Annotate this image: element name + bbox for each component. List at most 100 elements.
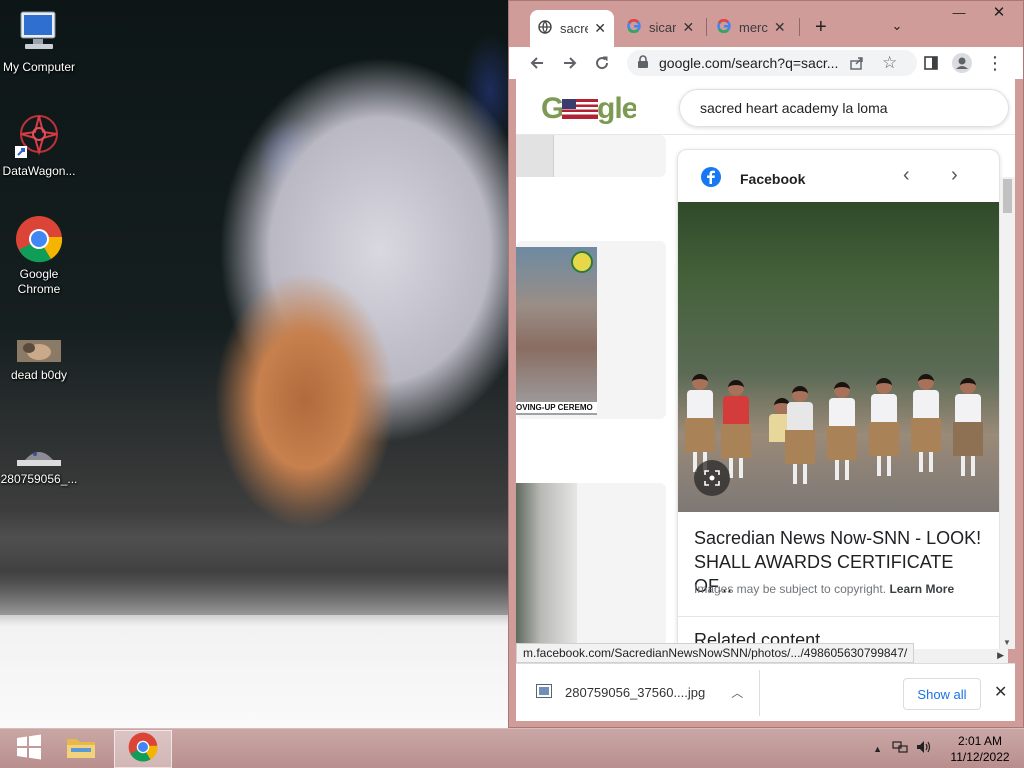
lens-search-icon[interactable] <box>694 460 730 496</box>
chrome-window: sacre ✕ sicar ✕ merc ✕ + ⌄ — ✕ google.co… <box>508 0 1024 728</box>
svg-text:G: G <box>541 92 563 125</box>
bookmark-star-icon[interactable]: ☆ <box>882 53 897 73</box>
facebook-icon <box>700 166 722 191</box>
learn-more-link[interactable]: Learn More <box>889 582 954 596</box>
previous-chevron-icon[interactable]: ‹ <box>903 164 910 187</box>
desktop-icon-label: dead b0dy <box>10 368 68 382</box>
next-chevron-icon[interactable]: › <box>951 164 958 187</box>
image-result-card[interactable]: OVING-UP CEREMO <box>516 241 666 419</box>
address-bar[interactable]: google.com/search?q=sacr... ☆ <box>627 50 917 76</box>
image-file-icon <box>15 442 63 468</box>
image-file-icon <box>15 338 63 364</box>
wallpaper-band <box>0 535 510 615</box>
more-menu-icon[interactable]: ⋮ <box>983 51 1007 75</box>
back-arrow-icon[interactable] <box>525 51 549 75</box>
chevron-up-icon[interactable]: ︿ <box>731 684 743 701</box>
clock-time: 2:01 AM <box>957 734 1003 748</box>
close-window-button[interactable]: ✕ <box>980 1 1018 23</box>
chrome-taskbar-button[interactable] <box>114 730 172 768</box>
scroll-right-arrow-icon[interactable]: ▶ <box>997 650 1004 661</box>
computer-icon <box>15 8 63 56</box>
panel-source-label: Facebook <box>740 170 806 187</box>
school-seal-icon <box>571 251 593 273</box>
divider <box>678 616 999 617</box>
close-tab-icon[interactable]: ✕ <box>682 19 694 36</box>
google-g-icon <box>627 18 641 36</box>
volume-icon[interactable] <box>916 740 932 759</box>
scroll-down-arrow-icon[interactable]: ▼ <box>1003 638 1011 647</box>
taskbar: ▲ 2:01 AM 11/12/2022 <box>0 728 1024 768</box>
close-tab-icon[interactable]: ✕ <box>774 19 786 36</box>
desktop-icon-downloaded-image[interactable]: 280759056_... <box>0 442 78 487</box>
download-item[interactable]: 280759056_37560....jpg ︿ <box>536 684 743 701</box>
close-download-bar-icon[interactable]: ✕ <box>994 682 1007 702</box>
copyright-text: Images may be subject to copyright. <box>694 582 887 596</box>
tab-title: sicar <box>649 19 677 35</box>
horizontal-scrollbar[interactable]: ▶ <box>914 649 1008 663</box>
tab-merc[interactable]: merc ✕ <box>709 10 797 44</box>
tab-sicar[interactable]: sicar ✕ <box>619 10 703 44</box>
desktop-icon-label: My Computer <box>2 60 76 74</box>
photo-figure <box>685 374 715 472</box>
photo-figure <box>911 374 941 472</box>
status-bar-url: m.facebook.com/SacredianNewsNowSNN/photo… <box>516 643 914 663</box>
file-explorer-button[interactable] <box>52 730 110 768</box>
image-thumbnail: OVING-UP CEREMO <box>516 247 597 415</box>
desktop-icon-label: 280759056_... <box>0 472 78 486</box>
desktop-icon-label: Google Chrome <box>17 267 61 296</box>
show-hidden-icons-icon[interactable]: ▲ <box>873 744 882 754</box>
desktop-icon-datawagon[interactable]: DataWagon... <box>0 112 78 179</box>
photo-figure <box>721 380 751 478</box>
google-doodle-logo[interactable]: G gle <box>541 91 639 133</box>
photo-figure <box>785 386 815 484</box>
download-filename: 280759056_37560....jpg <box>565 685 706 700</box>
chrome-icon <box>128 732 158 767</box>
share-icon[interactable] <box>849 55 865 76</box>
show-all-button[interactable]: Show all <box>903 678 981 710</box>
windows-logo-icon <box>16 734 42 765</box>
start-button[interactable] <box>0 730 58 768</box>
forward-arrow-icon[interactable] <box>558 51 582 75</box>
profile-avatar-icon[interactable] <box>950 51 974 75</box>
reload-icon[interactable] <box>590 51 614 75</box>
scrollbar-thumb[interactable] <box>1003 179 1012 213</box>
panel-source[interactable]: Facebook <box>700 166 805 191</box>
google-header: G gle sacred heart academy la loma <box>516 79 1015 135</box>
restore-button[interactable] <box>941 1 977 23</box>
desktop-icon-my-computer[interactable]: My Computer <box>0 8 78 75</box>
image-result-card[interactable] <box>516 483 666 649</box>
new-tab-button[interactable]: + <box>807 10 831 44</box>
network-icon[interactable] <box>892 740 908 759</box>
divider <box>759 670 760 716</box>
chrome-icon <box>15 215 63 263</box>
preview-image[interactable] <box>678 202 999 512</box>
desktop-icon-label: DataWagon... <box>2 164 76 178</box>
browser-toolbar: google.com/search?q=sacr... ☆ ⋮ <box>509 47 1023 79</box>
page-viewport: G gle sacred heart academy la loma OVING… <box>516 79 1015 649</box>
copyright-note: Images may be subject to copyright. Lear… <box>694 582 954 596</box>
thumbnail-caption: OVING-UP CEREMO <box>516 402 597 413</box>
taskbar-clock[interactable]: 2:01 AM 11/12/2022 <box>944 733 1016 765</box>
desktop-icon-dead-body[interactable]: dead b0dy <box>0 338 78 383</box>
lock-icon <box>637 55 649 74</box>
search-input[interactable]: sacred heart academy la loma <box>679 89 1009 127</box>
folder-icon <box>65 733 97 766</box>
image-thumbnail <box>516 135 554 177</box>
tab-separator <box>706 18 707 36</box>
photo-figure <box>869 378 899 476</box>
side-panel-icon[interactable] <box>919 51 943 75</box>
tab-sacred[interactable]: sacre ✕ <box>530 10 614 47</box>
tab-search-icon[interactable]: ⌄ <box>879 15 915 37</box>
tab-strip: sacre ✕ sicar ✕ merc ✕ + ⌄ — ✕ <box>509 1 1023 47</box>
download-bar: 280759056_37560....jpg ︿ Show all ✕ <box>516 663 1015 721</box>
globe-icon <box>538 20 552 37</box>
clock-date: 11/12/2022 <box>950 750 1010 764</box>
tab-separator <box>799 18 800 36</box>
svg-text:gle: gle <box>597 92 636 125</box>
desktop-icon-google-chrome[interactable]: Google Chrome <box>0 215 78 297</box>
tab-title: sacre <box>560 21 589 36</box>
close-tab-icon[interactable]: ✕ <box>594 20 606 37</box>
vertical-scrollbar[interactable]: ▼ <box>1000 177 1015 649</box>
url-text: google.com/search?q=sacr... <box>659 55 839 71</box>
image-result-card[interactable] <box>516 135 666 177</box>
